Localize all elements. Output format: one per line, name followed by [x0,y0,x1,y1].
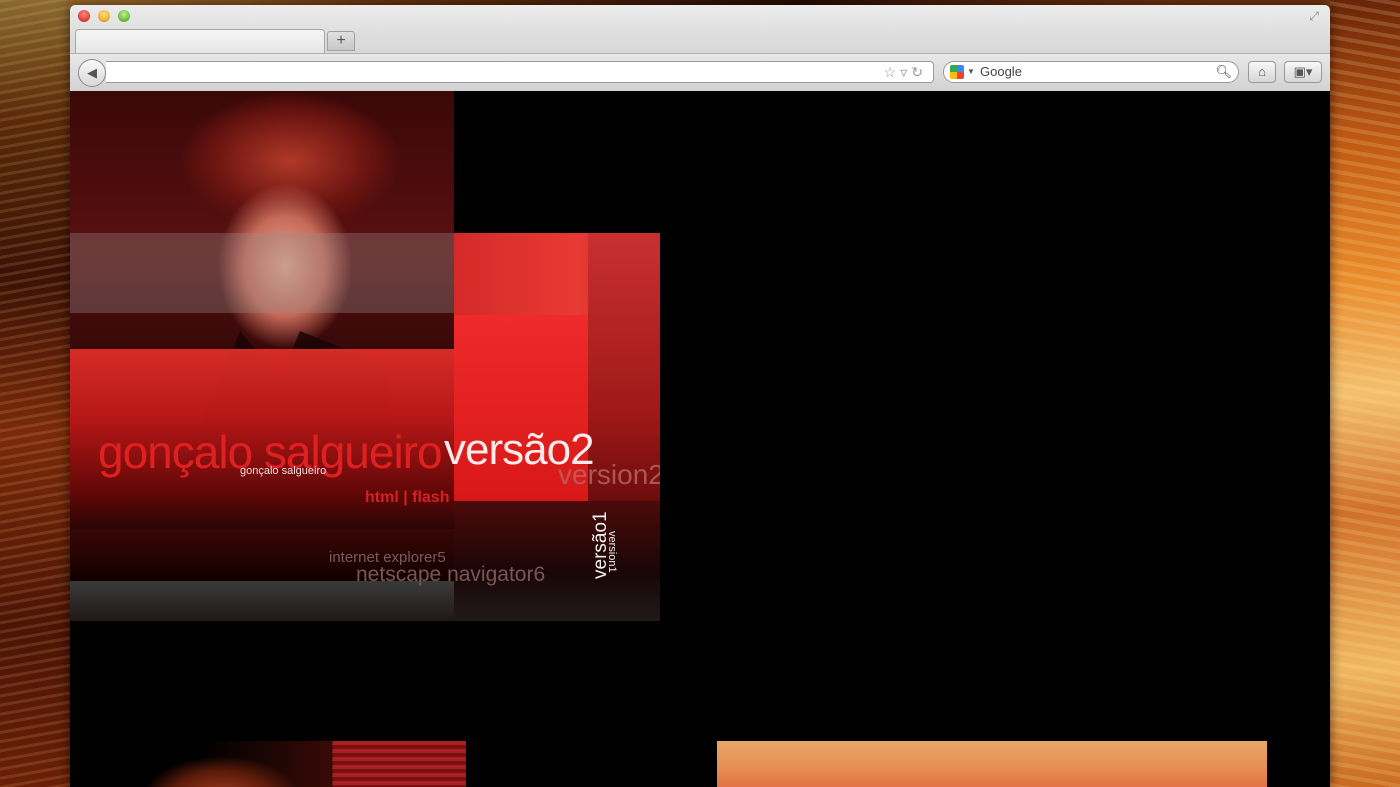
home-button[interactable]: ⌂ [1248,61,1276,83]
search-input[interactable]: Google [980,62,1022,82]
version1-en-link[interactable]: version1 [606,531,618,573]
dark-block [454,501,660,621]
browser-requirement-netscape: netscape navigator6 [356,563,546,586]
minimize-window-button[interactable] [98,10,110,22]
version2-en-link[interactable]: version2 [558,459,660,491]
splash-banner: gonçalo salgueiro gonçalo salgueiro vers… [70,91,660,621]
html-flash-links[interactable]: html | flash [365,489,449,507]
desktop-wallpaper-left [0,0,70,787]
new-tab-button[interactable]: + [327,31,355,51]
fullscreen-icon[interactable]: ⤢ [1306,8,1322,24]
page-content: gonçalo salgueiro gonçalo salgueiro vers… [70,91,1330,787]
browser-tab[interactable] [75,29,325,53]
grey-band [70,233,454,313]
home-icon: ⌂ [1258,64,1266,79]
thumbnail-right[interactable] [717,741,1267,787]
google-engine-icon[interactable] [950,65,964,79]
bookmarks-icon: ▣▾ [1293,64,1313,79]
close-window-button[interactable] [78,10,90,22]
zoom-window-button[interactable] [118,10,130,22]
url-bar[interactable]: ☆▿↻ [106,61,934,83]
chevron-down-icon[interactable]: ▿ [900,64,911,80]
back-button[interactable]: ◀ [78,59,106,87]
desktop-wallpaper-right [1330,0,1400,787]
page-subtitle: gonçalo salgueiro [240,465,327,477]
thumbnail-left[interactable] [132,741,466,787]
star-icon[interactable]: ☆ [884,64,901,80]
back-arrow-icon: ◀ [87,65,97,80]
engine-dropdown-icon[interactable]: ▼ [967,62,975,82]
search-bar[interactable]: ▼ Google 🔍︎ [943,61,1239,83]
browser-titlebar: ⤢ + ◀ ☆▿↻ ▼ Google 🔍︎ ⌂ ▣▾ [70,5,1330,91]
bookmarks-button[interactable]: ▣▾ [1284,61,1322,83]
reload-icon[interactable]: ↻ [911,64,927,80]
browser-window: ⤢ + ◀ ☆▿↻ ▼ Google 🔍︎ ⌂ ▣▾ gonçalo salgu… [70,5,1330,787]
magnifier-icon[interactable]: 🔍︎ [1215,62,1232,82]
bottom-band [70,581,454,621]
